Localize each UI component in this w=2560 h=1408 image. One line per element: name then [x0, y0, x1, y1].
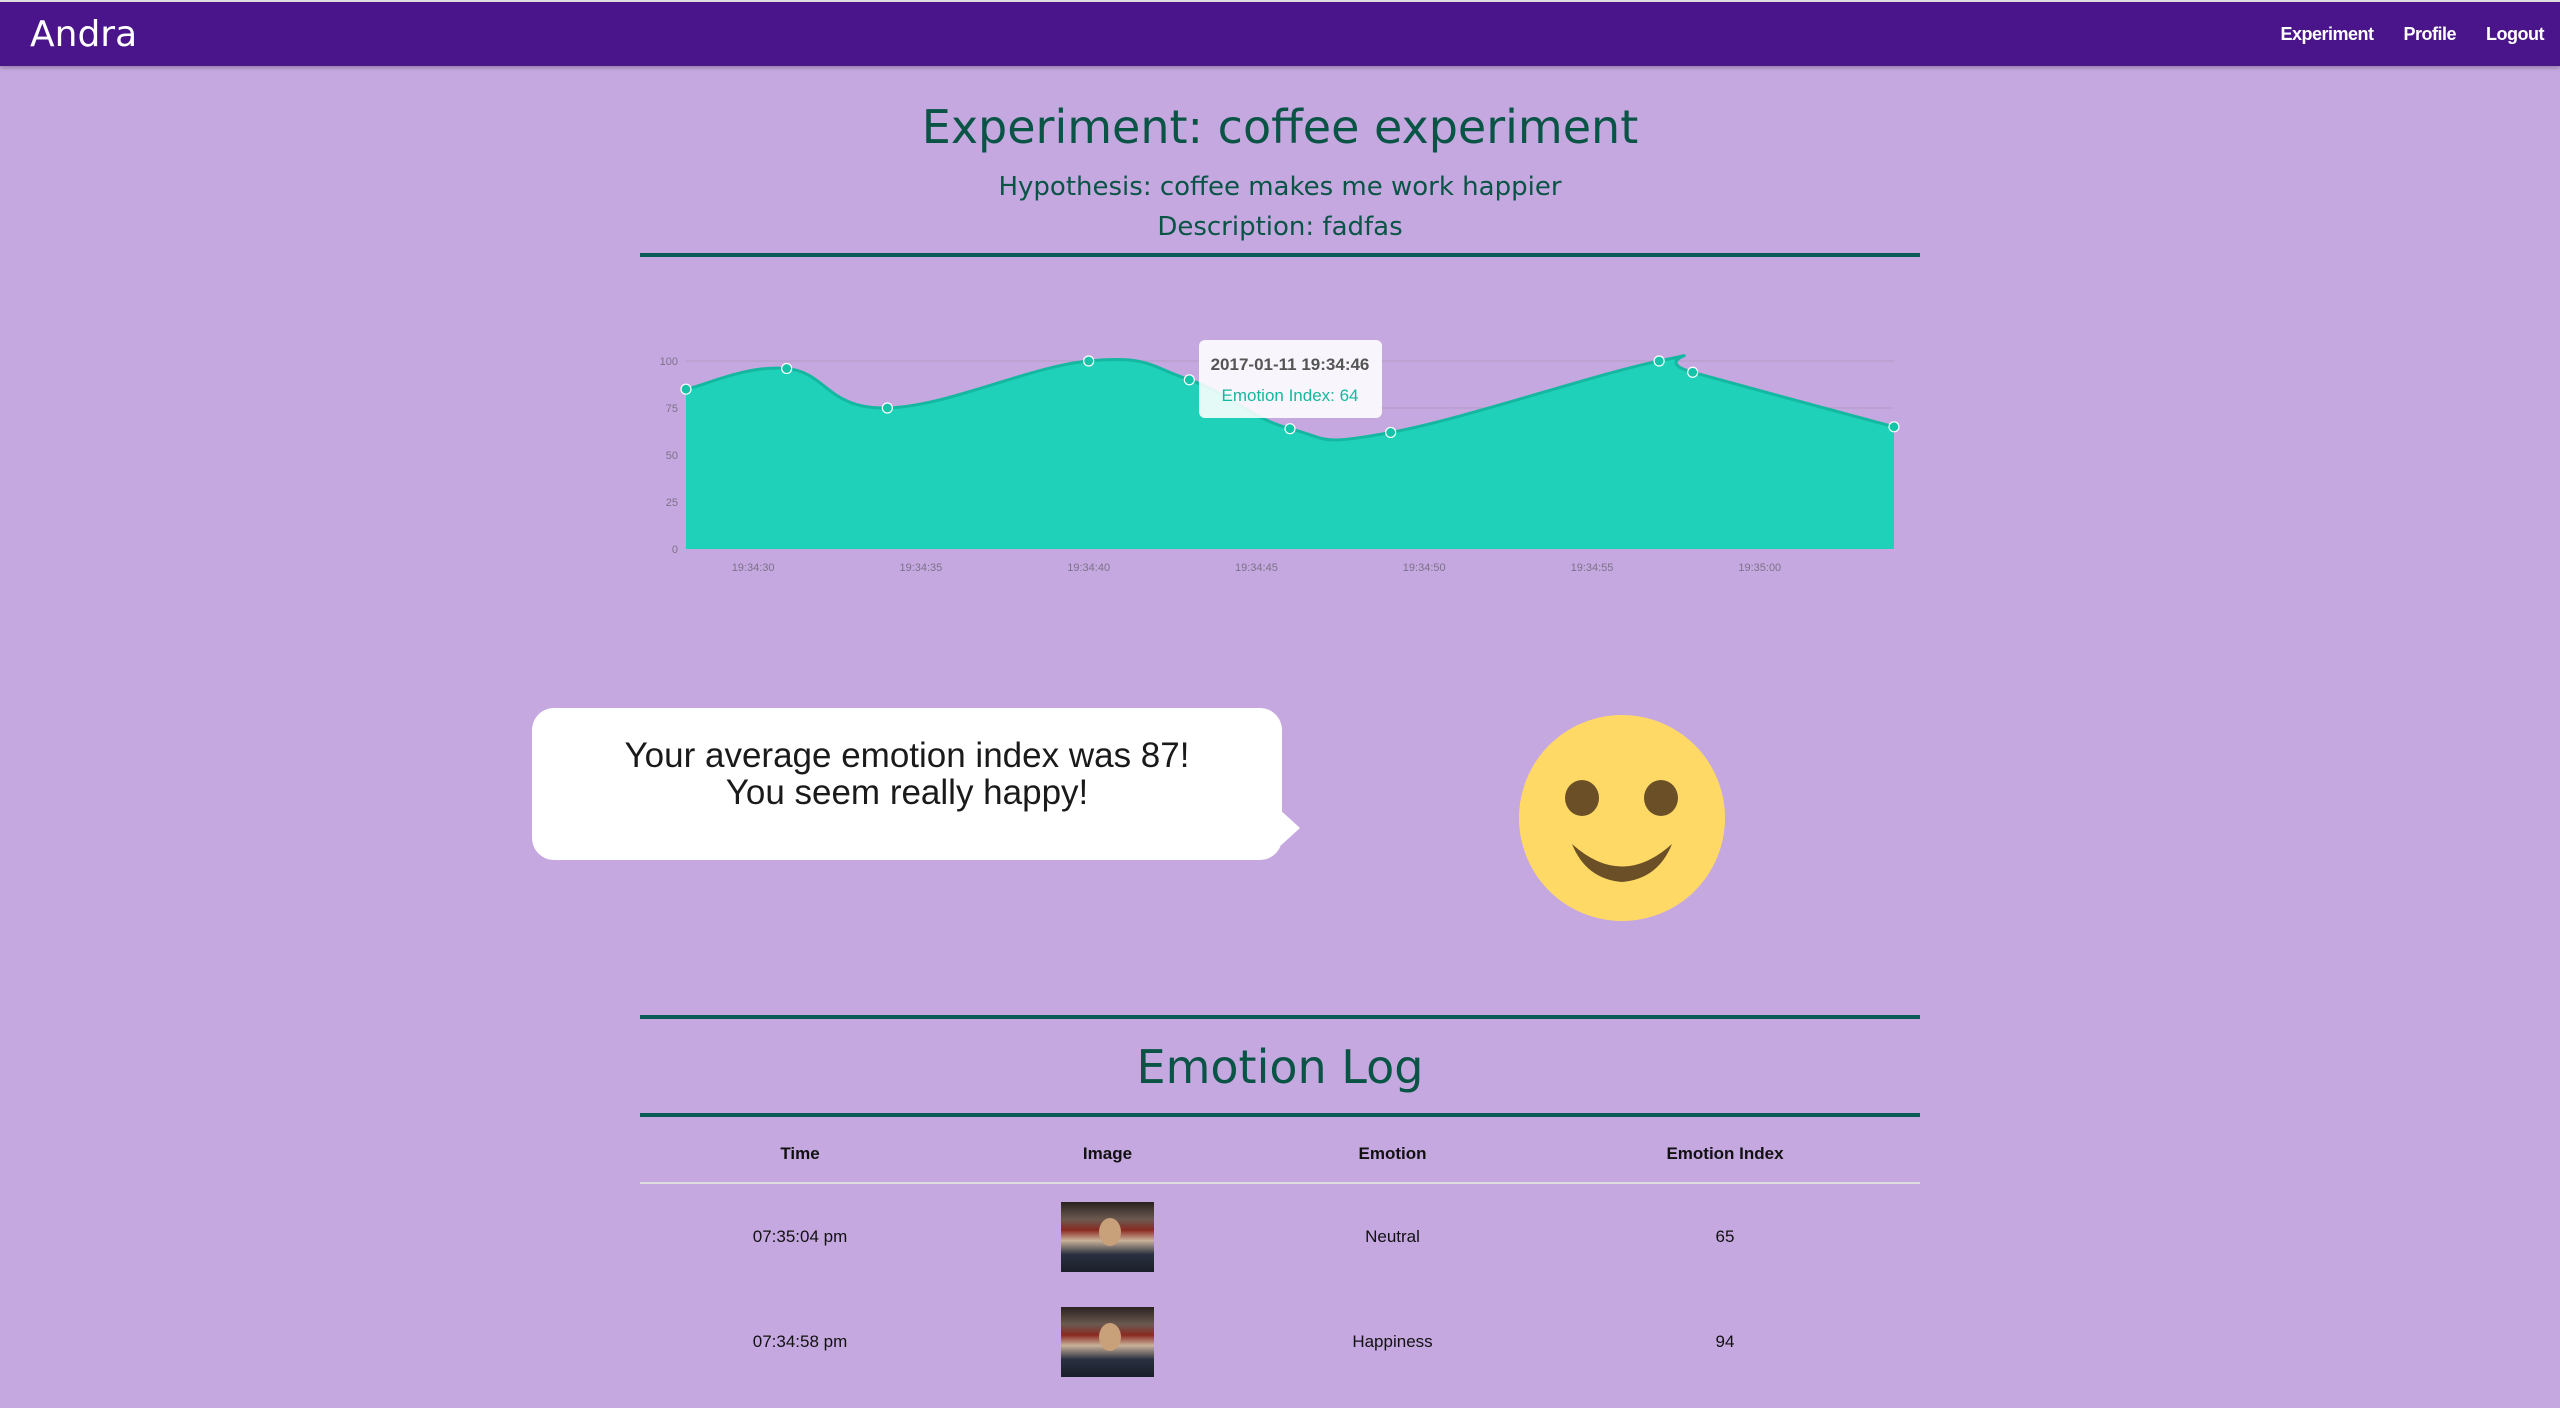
nav-experiment[interactable]: Experiment: [2280, 24, 2374, 45]
data-point: [781, 362, 793, 375]
tooltip-value: Emotion Index: 64: [1221, 386, 1358, 405]
summary-line-1: Your average emotion index was 87!: [624, 736, 1190, 775]
x-tick-label: 19:34:50: [1403, 562, 1446, 574]
webcam-snapshot-image[interactable]: [1061, 1201, 1154, 1272]
emotion-chart[interactable]: 0 25 50 75 100 19:34:30 19:34:35 19:34:40 19:34:…: [620, 320, 1940, 590]
bubble-tail: [1278, 808, 1300, 848]
emotion-index-cell: 94: [1715, 1332, 1735, 1351]
x-tick-label: 19:34:40: [1067, 562, 1110, 574]
y-tick-label: 75: [666, 403, 678, 415]
nav-links: Experiment Profile Logout: [2280, 24, 2544, 45]
table-header-row: Time Image Emotion Emotion Index: [640, 1125, 1920, 1184]
x-tick-label: 19:35:00: [1738, 562, 1781, 574]
data-point: [1888, 421, 1900, 433]
time-cell: 07:35:04 pm: [752, 1226, 848, 1246]
summary-bubble: Your average emotion index was 87! You s…: [532, 708, 1282, 860]
emotion-cell: Neutral: [1365, 1226, 1420, 1246]
data-point: [1083, 355, 1095, 367]
time-cell: 07:34:58 pm: [752, 1332, 848, 1351]
data-point: [1385, 426, 1397, 439]
tooltip-title: 2017-01-11 19:34:46: [1211, 355, 1370, 374]
x-tick-label: 19:34:45: [1235, 562, 1278, 574]
data-point: [1183, 374, 1195, 386]
column-header-time: Time: [640, 1125, 960, 1184]
y-tick-label: 0: [672, 544, 678, 556]
data-point: [1687, 366, 1699, 378]
smiley-face-icon: [1519, 715, 1725, 921]
page-title: Experiment: coffee experiment: [921, 100, 1639, 154]
table-row: 07:35:04 pm Neutral 65: [640, 1183, 1920, 1289]
emotion-log-title: Emotion Log: [1136, 1040, 1424, 1094]
nav-logout[interactable]: Logout: [2486, 24, 2544, 45]
emotion-cell: Happiness: [1352, 1332, 1433, 1351]
emotion-log-table: Time Image Emotion Emotion Index 07:35:0…: [640, 1125, 1920, 1395]
nav-profile[interactable]: Profile: [2404, 24, 2457, 45]
data-point: [881, 402, 893, 414]
column-header-emotion-index: Emotion Index: [1530, 1125, 1920, 1184]
summary-line-2: You seem really happy!: [725, 773, 1089, 812]
column-header-image: Image: [960, 1125, 1255, 1184]
column-header-emotion: Emotion: [1255, 1125, 1530, 1184]
chart-tooltip: 2017-01-11 19:34:46 Emotion Index: 64: [1199, 340, 1382, 418]
brand-link[interactable]: Andra: [30, 14, 137, 55]
y-tick-label: 50: [666, 450, 678, 462]
emotion-index-cell: 65: [1715, 1226, 1735, 1246]
x-tick-label: 19:34:30: [732, 562, 775, 574]
divider: [640, 1113, 1920, 1117]
data-point: [1653, 355, 1665, 367]
data-point: [1284, 423, 1296, 435]
divider: [640, 1015, 1920, 1019]
data-point: [680, 383, 692, 395]
x-tick-label: 19:34:55: [1571, 562, 1614, 574]
divider: [640, 253, 1920, 257]
tooltip-box: [1199, 340, 1382, 418]
description-text: Description: fadfas: [1157, 212, 1403, 242]
y-tick-label: 25: [666, 497, 678, 509]
hypothesis-text: Hypothesis: coffee makes me work happier: [998, 172, 1562, 202]
webcam-snapshot-image[interactable]: [1061, 1307, 1154, 1377]
navbar: Andra Experiment Profile Logout: [0, 0, 2560, 66]
x-tick-label: 19:34:35: [899, 562, 942, 574]
y-tick-label: 100: [660, 356, 678, 368]
table-row: 07:34:58 pm Happiness 94: [640, 1289, 1920, 1395]
